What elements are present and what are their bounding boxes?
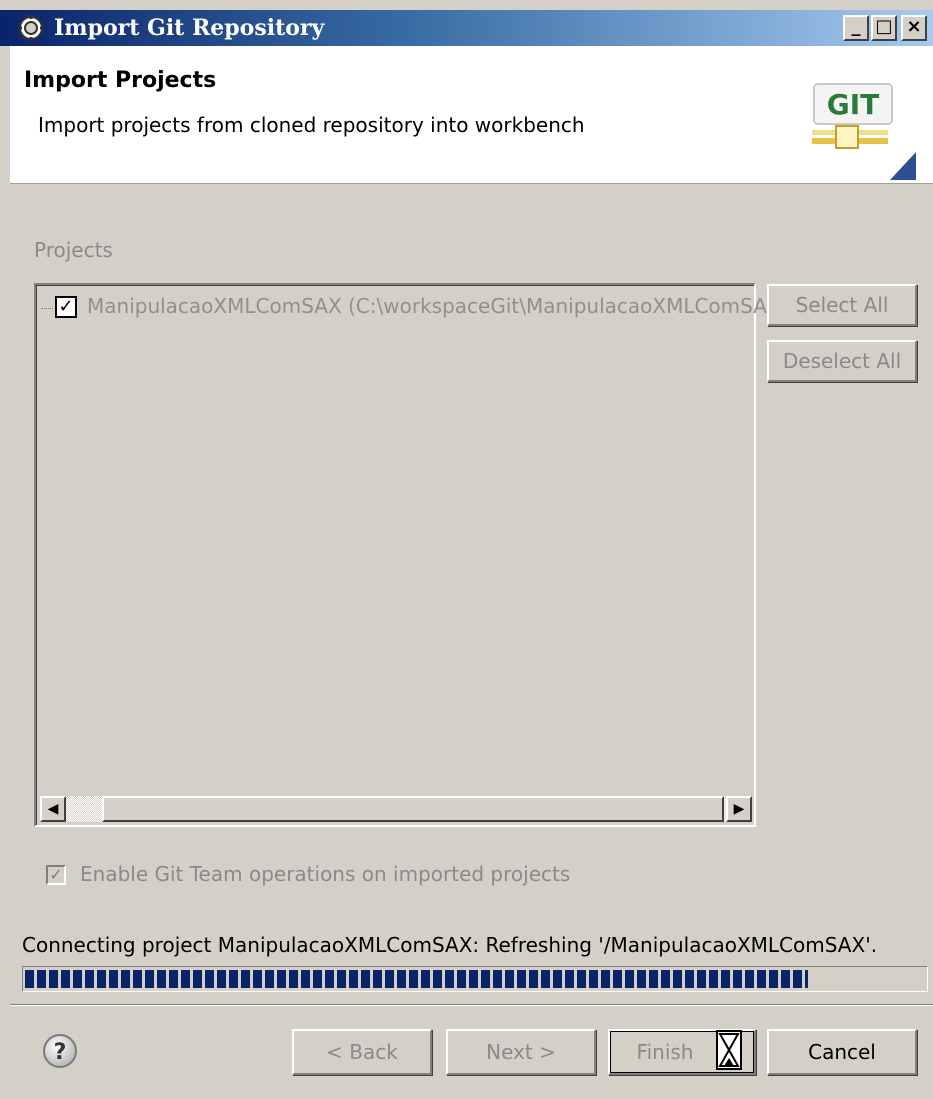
projects-label: Projects: [34, 238, 113, 262]
wizard-banner: Import Projects Import projects from clo…: [10, 46, 933, 184]
team-ops-checkbox[interactable]: ✓: [46, 865, 66, 885]
git-logo-text: GIT: [827, 88, 880, 121]
help-question-icon[interactable]: ?: [42, 1033, 78, 1069]
eclipse-gear-icon: [18, 15, 44, 41]
cancel-button[interactable]: Cancel: [767, 1029, 917, 1075]
progress-bar: [22, 966, 928, 992]
maximize-button[interactable]: □: [871, 15, 897, 41]
horizontal-scrollbar[interactable]: ◀ ▶: [40, 796, 752, 822]
git-logo-icon: GIT: [812, 83, 916, 180]
scroll-thumb[interactable]: [102, 796, 724, 822]
progress-fill: [25, 970, 808, 988]
scroll-track[interactable]: [68, 796, 98, 822]
deselect-all-button[interactable]: Deselect All: [767, 340, 917, 382]
minimize-button[interactable]: _: [843, 15, 869, 41]
select-all-button[interactable]: Select All: [767, 284, 917, 326]
tree-connector: [41, 308, 53, 309]
projects-tree[interactable]: ✓ ManipulacaoXMLComSAX (C:\workspaceGit\…: [34, 283, 788, 827]
project-checkbox[interactable]: ✓: [55, 296, 77, 318]
title-bar[interactable]: Import Git Repository _ □ ×: [0, 10, 933, 46]
next-button[interactable]: Next >: [446, 1029, 596, 1075]
project-label: ManipulacaoXMLComSAX (C:\workspaceGit\Ma…: [87, 294, 789, 318]
tree-border: ✓ ManipulacaoXMLComSAX (C:\workspaceGit\…: [36, 285, 788, 825]
hourglass-icon: [716, 1030, 742, 1070]
scroll-left-arrow-icon[interactable]: ◀: [40, 796, 66, 822]
import-git-dialog: Import Git Repository _ □ × Import Proje…: [0, 0, 933, 1099]
back-button[interactable]: < Back: [292, 1029, 432, 1075]
scroll-right-arrow-icon[interactable]: ▶: [726, 796, 752, 822]
team-ops-label: Enable Git Team operations on imported p…: [80, 862, 571, 886]
window-title: Import Git Repository: [54, 15, 325, 41]
footer-separator: [10, 1004, 933, 1006]
progress-status: Connecting project ManipulacaoXMLComSAX:…: [22, 933, 878, 957]
page-description: Import projects from cloned repository i…: [38, 113, 585, 137]
svg-text:?: ?: [54, 1040, 67, 1065]
close-button[interactable]: ×: [901, 15, 927, 41]
page-title: Import Projects: [24, 68, 217, 93]
